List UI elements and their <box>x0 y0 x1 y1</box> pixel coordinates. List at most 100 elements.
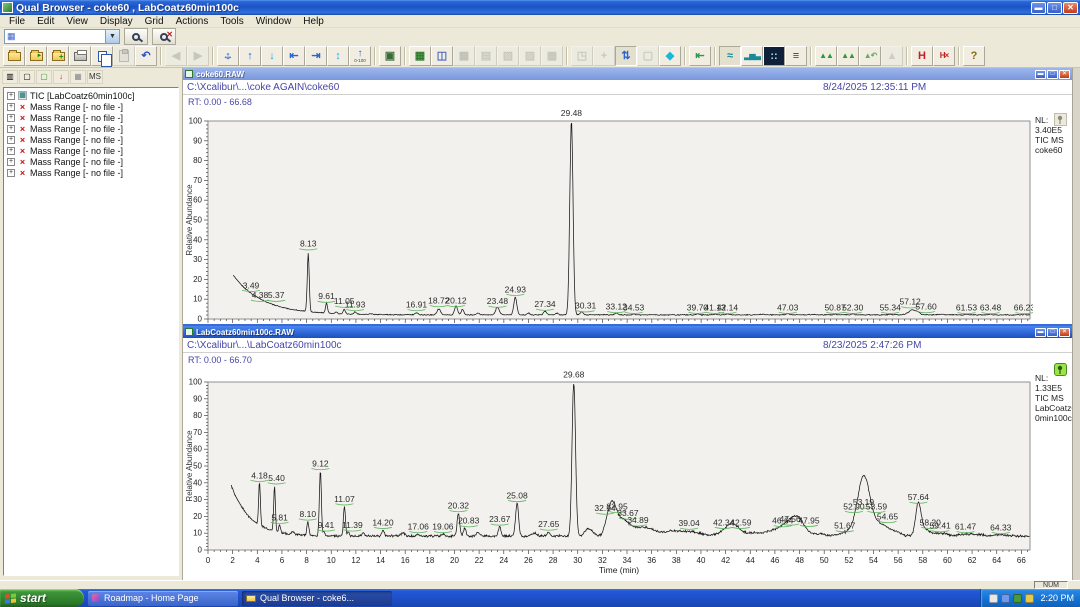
volume-icon[interactable] <box>1025 594 1034 603</box>
peak-label: 47.95 <box>798 515 820 525</box>
axis-setup-button[interactable]: ⇤ <box>689 46 711 66</box>
start-button[interactable]: start <box>0 589 84 607</box>
taskbar-task-roadmap[interactable]: Roadmap - Home Page <box>88 591 238 606</box>
y-tick-label: 60 <box>193 445 202 454</box>
header-on-button[interactable]: H <box>911 46 933 66</box>
tree-item-1[interactable]: +×Mass Range [- no file -] <box>4 101 178 112</box>
pane1-maximize-button[interactable]: □ <box>1047 70 1058 79</box>
taskbar-task-qual[interactable]: Qual Browser - coke6... <box>242 591 392 606</box>
expand-icon[interactable]: + <box>7 147 15 155</box>
peak-detection-all-button[interactable]: ▲▲ <box>837 46 859 66</box>
update-icon[interactable] <box>1013 594 1022 603</box>
new-page-icon[interactable]: ▢ <box>19 70 35 84</box>
x-tick-label: 44 <box>746 556 755 565</box>
chromatogram-ranges-tree[interactable]: +▦TIC [LabCoatz60min100c]+×Mass Range [-… <box>3 87 179 576</box>
pan-right-button[interactable]: ⇥ <box>305 46 327 66</box>
y-axis-title: Relative Abundance <box>185 430 194 502</box>
clear-find-button[interactable]: ✕ <box>152 28 176 45</box>
expand-icon[interactable]: + <box>7 125 15 133</box>
zoom-up-button[interactable]: ↑ <box>239 46 261 66</box>
x-tick-label: 34 <box>623 556 632 565</box>
expand-icon[interactable]: + <box>7 92 15 100</box>
expand-icon[interactable]: + <box>7 169 15 177</box>
find-button[interactable] <box>124 28 148 45</box>
pane2-maximize-button[interactable]: □ <box>1047 328 1058 337</box>
peak-label: 5.37 <box>268 290 285 300</box>
menu-window[interactable]: Window <box>250 16 298 27</box>
peak-detection-button[interactable]: ▲▲ <box>815 46 837 66</box>
tree-item-6[interactable]: +×Mass Range [- no file -] <box>4 156 178 167</box>
open-raw-file-button[interactable] <box>3 46 25 66</box>
menu-help[interactable]: Help <box>297 16 330 27</box>
combo-dropdown-arrow[interactable]: ▼ <box>105 30 119 43</box>
link-cell-button: ▤ <box>475 46 497 66</box>
pin-cell-button[interactable]: ◆ <box>659 46 681 66</box>
menu-grid[interactable]: Grid <box>139 16 170 27</box>
apply-page-icon[interactable]: ▢ <box>36 70 52 84</box>
normalize-button[interactable]: ↑0-100 <box>349 46 371 66</box>
copy-button[interactable] <box>91 46 113 66</box>
minimize-button[interactable]: ▬ <box>1031 2 1046 14</box>
menu-view[interactable]: View <box>60 16 94 27</box>
pane1-close-button[interactable]: ✕ <box>1059 70 1070 79</box>
pen-icon[interactable] <box>989 594 998 603</box>
tree-item-label: Mass Range [- no file -] <box>30 102 123 112</box>
pane1-titlebar[interactable]: coke60.RAW ▬ □ ✕ <box>183 68 1072 80</box>
help-button[interactable]: ? <box>963 46 985 66</box>
maximize-button[interactable]: □ <box>1047 2 1062 14</box>
chromatogram-coke60[interactable]: 0102030405060708090100Relative Abundance… <box>185 109 1033 324</box>
tree-item-4[interactable]: +×Mass Range [- no file -] <box>4 134 178 145</box>
pane2-close-button[interactable]: ✕ <box>1059 328 1070 337</box>
menu-tools[interactable]: Tools <box>214 16 249 27</box>
tree-item-0[interactable]: +▦TIC [LabCoatz60min100c] <box>4 90 178 101</box>
toolbar-separator <box>212 47 214 65</box>
pane1-title: coke60.RAW <box>196 70 1034 79</box>
tree-item-2[interactable]: +×Mass Range [- no file -] <box>4 112 178 123</box>
main-toolbar: ↶◀▶↔↕↑↓⇤⇥↕↑0-100▣▦◫▦▤▧▨▩◳+⇅▢◆⇤≈▂▅▃::≡▲▲▲… <box>0 45 1080 68</box>
undo-button[interactable]: ↶ <box>135 46 157 66</box>
menu-actions[interactable]: Actions <box>170 16 215 27</box>
expand-icon[interactable]: + <box>7 158 15 166</box>
pane2-titlebar[interactable]: LabCoatz60min100c.RAW ▬ □ ✕ <box>183 326 1072 338</box>
view-profile-button[interactable]: ≈ <box>719 46 741 66</box>
view-list-button[interactable]: ≡ <box>785 46 807 66</box>
cell-type-combobox[interactable]: ▦ ▼ <box>4 29 120 44</box>
expand-icon[interactable]: + <box>7 114 15 122</box>
tree-item-3[interactable]: +×Mass Range [- no file -] <box>4 123 178 134</box>
autorange-button[interactable]: ↕ <box>327 46 349 66</box>
insert-cell-button[interactable]: ▦ <box>409 46 431 66</box>
sort-icon[interactable]: ↓ <box>53 70 69 84</box>
print-button[interactable] <box>69 46 91 66</box>
y-tick-label: 30 <box>193 255 202 264</box>
add-cell-button[interactable]: ◫ <box>431 46 453 66</box>
display-icon[interactable] <box>1001 594 1010 603</box>
tree-item-5[interactable]: +×Mass Range [- no file -] <box>4 145 178 156</box>
display-options-button[interactable]: ▣ <box>379 46 401 66</box>
pane1-minimize-button[interactable]: ▬ <box>1035 70 1046 79</box>
tree-item-label: TIC [LabCoatz60min100c] <box>30 91 135 101</box>
view-map-button[interactable]: :: <box>763 46 785 66</box>
open-sequence-button[interactable] <box>47 46 69 66</box>
menu-edit[interactable]: Edit <box>31 16 60 27</box>
clear-peak-detection-button[interactable]: ▲↶ <box>859 46 881 66</box>
split-view-button[interactable]: ⇅ <box>615 46 637 66</box>
expand-icon[interactable]: + <box>7 136 15 144</box>
expand-icon[interactable]: + <box>7 103 15 111</box>
peak-label: 11.93 <box>345 299 366 309</box>
tree-item-7[interactable]: +×Mass Range [- no file -] <box>4 167 178 178</box>
header-off-button[interactable]: H× <box>933 46 955 66</box>
zoom-down-button[interactable]: ↓ <box>261 46 283 66</box>
ms-page-icon[interactable]: MS <box>87 70 103 84</box>
display-all-button[interactable]: ↔↕ <box>217 46 239 66</box>
close-button[interactable]: ✕ <box>1063 2 1078 14</box>
grid-page-icon[interactable]: ▦ <box>70 70 86 84</box>
view-stick-button[interactable]: ▂▅▃ <box>741 46 763 66</box>
menu-file[interactable]: File <box>3 16 31 27</box>
cell-info-icon[interactable]: ▥ <box>2 70 18 84</box>
pane2-minimize-button[interactable]: ▬ <box>1035 328 1046 337</box>
chromatogram-labcoatz60min100c[interactable]: 0102030405060708090100024681012141618202… <box>185 367 1033 575</box>
pan-left-button[interactable]: ⇤ <box>283 46 305 66</box>
open-result-file-button[interactable] <box>25 46 47 66</box>
status-bar: NUM <box>0 580 1080 589</box>
menu-display[interactable]: Display <box>94 16 139 27</box>
